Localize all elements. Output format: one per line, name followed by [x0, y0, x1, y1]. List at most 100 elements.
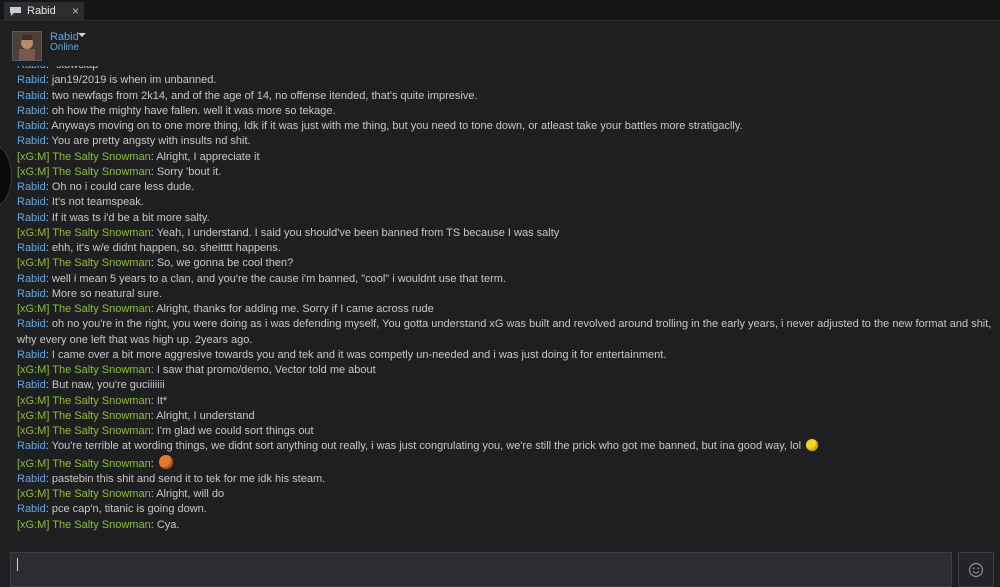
tab-bar: Rabid ×	[0, 0, 1000, 21]
message-sender[interactable]: Rabid	[17, 242, 46, 254]
message-text: jan19/2019 is when im unbanned.	[51, 74, 217, 87]
chat-header: Rabid Online	[0, 21, 1000, 66]
message-text: Alright, will do	[156, 488, 225, 500]
message-text: So, we gonna be cool then?	[156, 257, 294, 270]
chat-message: Rabid: Oh no i could care less dude.	[17, 180, 992, 195]
message-sender[interactable]: Rabid	[17, 440, 46, 452]
avatar[interactable]	[12, 31, 42, 61]
message-text: ehh, it's w/e didnt happen, so. sheitttt…	[51, 242, 281, 254]
chat-message: [xG:M] The Salty Snowman:	[17, 454, 992, 472]
message-text: well i mean 5 years to a clan, and you'r…	[51, 272, 506, 285]
message-sender[interactable]: Rabid	[17, 349, 46, 361]
message-sender[interactable]: [xG:M] The Salty Snowman	[17, 488, 151, 500]
message-text: It's not teamspeak.	[51, 196, 144, 209]
message-text: pastebin this shit and send it to tek fo…	[51, 472, 326, 485]
message-text: But naw, you're guciiiiiii	[51, 379, 165, 392]
chat-tab-rabid[interactable]: Rabid ×	[4, 2, 84, 20]
message-text: I saw that promo/demo, Vector told me ab…	[156, 364, 376, 376]
message-text: Yeah, I understand. I said you should've…	[156, 226, 560, 239]
message-sender[interactable]: Rabid	[17, 90, 46, 102]
message-sender[interactable]: Rabid	[17, 273, 46, 285]
message-sender[interactable]: [xG:M] The Salty Snowman	[17, 458, 151, 470]
message-text: Alright, I appreciate it	[156, 150, 260, 163]
close-tab-icon[interactable]: ×	[72, 4, 79, 18]
message-sender[interactable]: Rabid	[17, 318, 46, 330]
chat-message: [xG:M] The Salty Snowman: It*	[17, 394, 992, 409]
smiley-face-icon	[968, 562, 984, 577]
message-text: You are pretty angsty with insults nd sh…	[51, 135, 251, 148]
message-sender[interactable]: Rabid	[17, 135, 46, 147]
message-text: pce cap'n, titanic is going down.	[51, 503, 207, 516]
chat-message: Rabid: I came over a bit more aggresive …	[17, 348, 992, 363]
chat-message: [xG:M] The Salty Snowman: So, we gonna b…	[17, 256, 992, 271]
message-text: two newfags from 2k14, and of the age of…	[51, 89, 478, 102]
chat-message: [xG:M] The Salty Snowman: Sorry 'bout it…	[17, 165, 992, 180]
message-sender[interactable]: [xG:M] The Salty Snowman	[17, 425, 151, 437]
chat-message: Rabid: Anyways moving on to one more thi…	[17, 119, 992, 134]
chat-input[interactable]	[10, 552, 952, 587]
chat-message: [xG:M] The Salty Snowman: Alright, thank…	[17, 302, 992, 317]
chat-message: [xG:M] The Salty Snowman: Cya.	[17, 518, 992, 533]
message-sender[interactable]: Rabid	[17, 379, 46, 391]
message-sender[interactable]: Rabid	[17, 105, 46, 117]
message-text: oh no you're in the right, you were doin…	[17, 318, 992, 346]
message-text: I came over a bit more aggresive towards…	[51, 348, 667, 361]
message-text: I'm glad we could sort things out	[156, 425, 314, 437]
message-sender[interactable]: Rabid	[17, 212, 46, 224]
message-sender[interactable]: [xG:M] The Salty Snowman	[17, 364, 151, 376]
chat-bubble-icon	[10, 6, 21, 16]
message-text: You're terrible at wording things, we di…	[51, 440, 802, 453]
chat-message: [xG:M] The Salty Snowman: Yeah, I unders…	[17, 226, 992, 241]
chat-message: Rabid: *slowclap*	[17, 66, 992, 73]
friend-status: Online	[50, 42, 79, 53]
chat-message: Rabid: If it was ts i'd be a bit more sa…	[17, 211, 992, 226]
message-sender[interactable]: Rabid	[17, 288, 46, 300]
message-sender[interactable]: Rabid	[17, 196, 46, 208]
tab-title: Rabid	[27, 5, 56, 17]
chat-message: Rabid: pce cap'n, titanic is going down.	[17, 502, 992, 517]
message-sender[interactable]: Rabid	[17, 181, 46, 193]
message-text: If it was ts i'd be a bit more salty.	[51, 211, 210, 224]
message-text: Oh no i could care less dude.	[51, 181, 195, 193]
chevron-down-icon[interactable]	[78, 33, 86, 37]
message-text: Sorry 'bout it.	[156, 165, 222, 178]
message-text: oh how the mighty have fallen. well it w…	[51, 104, 336, 117]
chat-log-messages: Rabid: *slowclap*Rabid: jan19/2019 is wh…	[17, 66, 992, 533]
message-sender[interactable]: Rabid	[17, 66, 46, 71]
message-text: Anyways moving on to one more thing, Idk…	[51, 120, 743, 132]
chat-message: [xG:M] The Salty Snowman: Alright, will …	[17, 487, 992, 502]
chat-message: [xG:M] The Salty Snowman: I'm glad we co…	[17, 424, 992, 439]
chat-message: Rabid: well i mean 5 years to a clan, an…	[17, 272, 992, 287]
message-sender[interactable]: [xG:M] The Salty Snowman	[17, 151, 151, 163]
chat-message: Rabid: But naw, you're guciiiiiii	[17, 378, 992, 393]
chat-message: [xG:M] The Salty Snowman: Alright, I und…	[17, 409, 992, 424]
chat-message: [xG:M] The Salty Snowman: I saw that pro…	[17, 363, 992, 378]
message-sender[interactable]: Rabid	[17, 74, 46, 86]
message-text: Alright, I understand	[156, 409, 255, 422]
chat-message: Rabid: You are pretty angsty with insult…	[17, 134, 992, 149]
message-sender[interactable]: Rabid	[17, 120, 46, 132]
chat-message: Rabid: two newfags from 2k14, and of the…	[17, 89, 992, 104]
message-sender[interactable]: Rabid	[17, 473, 46, 485]
chat-message: Rabid: ehh, it's w/e didnt happen, so. s…	[17, 241, 992, 256]
message-sender[interactable]: [xG:M] The Salty Snowman	[17, 519, 151, 531]
emoticon-button[interactable]	[958, 552, 994, 587]
message-text: Cya.	[156, 518, 180, 531]
chat-message: Rabid: oh how the mighty have fallen. we…	[17, 104, 992, 119]
chat-message: Rabid: It's not teamspeak.	[17, 195, 992, 210]
message-sender[interactable]: Rabid	[17, 503, 46, 515]
message-text: *slowclap*	[52, 66, 103, 71]
message-sender[interactable]: [xG:M] The Salty Snowman	[17, 410, 151, 422]
message-sender[interactable]: [xG:M] The Salty Snowman	[17, 166, 151, 178]
chat-log[interactable]: Rabid: *slowclap*Rabid: jan19/2019 is wh…	[10, 66, 1000, 544]
message-sender[interactable]: [xG:M] The Salty Snowman	[17, 227, 151, 239]
message-sender[interactable]: [xG:M] The Salty Snowman	[17, 395, 151, 407]
chat-message: Rabid: You're terrible at wording things…	[17, 439, 992, 454]
text-cursor	[17, 558, 18, 571]
message-sender[interactable]: [xG:M] The Salty Snowman	[17, 257, 151, 269]
message-sender[interactable]: [xG:M] The Salty Snowman	[17, 303, 151, 315]
yellow-smiley-emoticon-icon	[806, 439, 819, 452]
message-text: Alright, thanks for adding me. Sorry if …	[156, 303, 434, 315]
chat-message: Rabid: jan19/2019 is when im unbanned.	[17, 73, 992, 88]
orange-face-emoticon-icon	[158, 454, 173, 469]
